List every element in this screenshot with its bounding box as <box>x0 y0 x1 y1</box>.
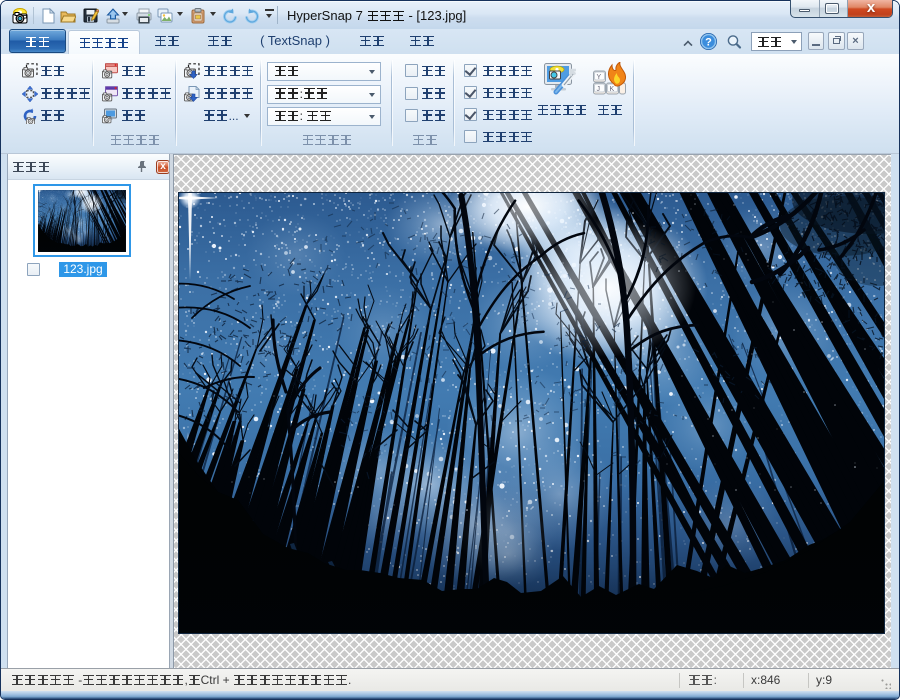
svg-text:K: K <box>610 86 615 93</box>
svg-text:J: J <box>597 86 601 93</box>
svg-text:?: ? <box>705 37 712 49</box>
svg-text:Y: Y <box>597 74 602 81</box>
